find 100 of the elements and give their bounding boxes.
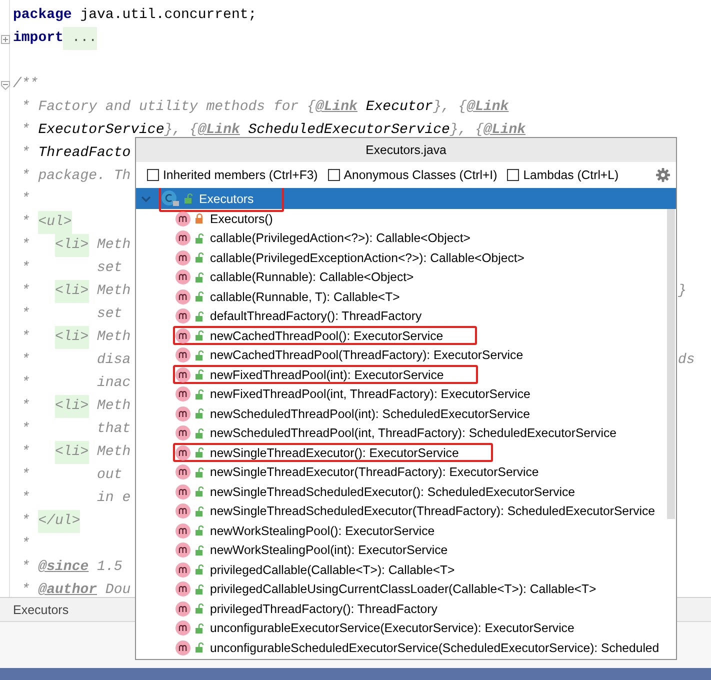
code-text: java.util.concurrent; xyxy=(79,6,257,25)
tree-item-label: newFixedThreadPool(int): ExecutorService xyxy=(210,368,444,382)
comment-text: }, { xyxy=(433,98,467,117)
tree-row[interactable]: newCachedThreadPool(): ExecutorService xyxy=(136,326,676,346)
html-tag: <li> xyxy=(55,280,89,303)
tree-row[interactable]: callable(PrivilegedExceptionAction<?>): Callable<Object> xyxy=(136,248,676,268)
tree-row[interactable]: newFixedThreadPool(int, ThreadFactory): ExecutorService xyxy=(136,384,676,404)
comment-text: * xyxy=(20,144,31,163)
tree-item-label: newSingleThreadExecutor(ThreadFactory): ExecutorService xyxy=(210,465,539,480)
method-icon xyxy=(175,484,191,500)
comment-text: * inac xyxy=(20,374,131,393)
option-checkbox[interactable]: Lambdas (Ctrl+L) xyxy=(507,168,619,182)
tree-row[interactable]: unconfigurableScheduledExecutorService(ScheduledExecutorService): Scheduled xyxy=(136,638,676,658)
tree-row[interactable]: newWorkStealingPool(): ExecutorService xyxy=(136,521,676,540)
tree-row[interactable]: newFixedThreadPool(int): ExecutorService xyxy=(136,365,676,384)
comment-text: * xyxy=(20,512,31,531)
method-icon xyxy=(175,288,191,305)
comment-text: ScheduledExecutorService xyxy=(247,121,450,140)
popup-title: Executors.java xyxy=(366,143,446,157)
method-icon xyxy=(175,444,191,461)
tree-item-label: newSingleThreadScheduledExecutor(ThreadFactory): ScheduledExecutorService xyxy=(210,504,655,518)
method-icon xyxy=(175,406,191,422)
comment-text: Meth xyxy=(96,282,131,301)
comment-text: * xyxy=(20,282,31,301)
tree-item-label: Executors() xyxy=(210,212,273,226)
comment-text: * out xyxy=(20,466,122,485)
comment-text: * package. Th xyxy=(20,167,131,186)
comment-text: * Factory and utility methods for { xyxy=(20,98,316,117)
comment-text: ExecutorService xyxy=(38,121,164,140)
tree-row[interactable]: privilegedCallable(Callable<T>): Callable<T> xyxy=(136,560,676,580)
method-icon xyxy=(175,581,191,598)
tree-item-label: unconfigurableExecutorService(ExecutorService): ExecutorService xyxy=(210,621,574,636)
comment-text: * xyxy=(20,397,31,416)
doc-tag: @since xyxy=(38,556,89,579)
comment-text: * xyxy=(20,190,30,209)
scrollbar[interactable] xyxy=(667,209,675,519)
comment-text: * xyxy=(20,581,31,597)
tree-item-label: newWorkStealingPool(): ExecutorService xyxy=(210,524,435,538)
chevron-down-icon[interactable] xyxy=(141,194,151,204)
tree-row[interactable]: defaultThreadFactory(): ThreadFactory xyxy=(136,306,676,326)
method-icon xyxy=(175,562,191,578)
method-icon xyxy=(175,600,191,617)
comment-text: }, { xyxy=(450,121,484,140)
tree-item-label: newCachedThreadPool(ThreadFactory): ExecutorService xyxy=(210,348,524,362)
tree-row[interactable]: callable(Runnable, T): Callable<T> xyxy=(136,287,676,306)
tree-item-label: callable(PrivilegedExceptionAction<?>): Callable<Object> xyxy=(210,250,524,265)
tree-item-label: privilegedThreadFactory(): ThreadFactory xyxy=(210,602,438,616)
tree-item-label: Executors xyxy=(199,192,254,206)
comment-text: * set xyxy=(20,259,122,278)
option-checkbox[interactable]: Anonymous Classes (Ctrl+I) xyxy=(328,168,498,182)
method-icon xyxy=(175,425,191,442)
tree-row[interactable]: Executors xyxy=(136,188,676,209)
tree-item-label: newFixedThreadPool(int, ThreadFactory): ExecutorService xyxy=(210,387,530,402)
comment-text: * xyxy=(20,236,31,255)
method-icon xyxy=(175,347,191,364)
tree-row[interactable]: callable(PrivilegedAction<?>): Callable<Object> xyxy=(136,228,676,248)
tree-row[interactable]: unconfigurableExecutorService(ExecutorService): ExecutorService xyxy=(136,618,676,638)
comment-text: * set xyxy=(20,305,122,324)
collapse-icon[interactable] xyxy=(1,81,10,90)
comment-text: } xyxy=(678,282,686,301)
tree-item-label: unconfigurableScheduledExecutorService(ScheduledExecutorService): Scheduled xyxy=(210,640,660,655)
tree-row[interactable]: newSingleThreadScheduledExecutor(ThreadFactory): ScheduledExecutorService xyxy=(136,502,676,521)
method-icon xyxy=(175,366,191,383)
tree-item-label: callable(Runnable, T): Callable<T> xyxy=(210,290,400,304)
tree-row[interactable]: newScheduledThreadPool(int): ScheduledExecutorService xyxy=(136,404,676,424)
tree-row[interactable]: newWorkStealingPool(int): ExecutorService xyxy=(136,540,676,560)
doc-tag: @Link xyxy=(466,96,509,119)
tree-row[interactable]: newSingleThreadExecutor(ThreadFactory): ExecutorService xyxy=(136,462,676,482)
comment-text: * in e xyxy=(20,489,131,508)
tree-row[interactable]: newCachedThreadPool(ThreadFactory): ExecutorService xyxy=(136,346,676,365)
comment-text: Meth xyxy=(96,328,131,347)
doc-tag: @Link xyxy=(315,96,358,119)
folded-code[interactable]: ... xyxy=(63,27,98,50)
tree-row[interactable]: privilegedCallableUsingCurrentClassLoader(Callable<T>): Callable<T> xyxy=(136,580,676,599)
tree-row[interactable]: Executors() xyxy=(136,209,676,228)
tree-row[interactable]: callable(Runnable): Callable<Object> xyxy=(136,268,676,287)
settings-icon[interactable] xyxy=(656,168,670,182)
tree-item-label: callable(PrivilegedAction<?>): Callable<Object> xyxy=(210,231,470,246)
expand-icon[interactable] xyxy=(1,35,10,44)
comment-text: * disa xyxy=(20,351,131,370)
breadcrumb[interactable]: Executors xyxy=(13,602,69,616)
tree-item-label: newScheduledThreadPool(int, ThreadFactory): ScheduledExecutorService xyxy=(210,426,616,440)
method-icon xyxy=(175,328,191,344)
keyword: import xyxy=(13,29,64,48)
comment-text: Dou xyxy=(104,581,131,597)
html-tag: <li> xyxy=(55,395,89,418)
tree-row[interactable]: newSingleThreadExecutor(): ExecutorService xyxy=(136,443,676,462)
tree-row[interactable]: newSingleThreadScheduledExecutor(): ScheduledExecutorService xyxy=(136,482,676,502)
tree-row[interactable]: privilegedThreadFactory(): ThreadFactory xyxy=(136,599,676,618)
tree-row[interactable]: newScheduledThreadPool(int, ThreadFactory): ScheduledExecutorService xyxy=(136,424,676,443)
tree-item-label: newSingleThreadExecutor(): ExecutorService xyxy=(210,446,459,460)
comment-text: ds xyxy=(678,351,695,370)
tree-item-label: defaultThreadFactory(): ThreadFactory xyxy=(210,309,422,324)
class-icon xyxy=(161,190,181,208)
option-checkbox[interactable]: Inherited members (Ctrl+F3) xyxy=(147,168,318,182)
comment-text: * xyxy=(20,213,31,232)
tree-item-label: newWorkStealingPool(int): ExecutorService xyxy=(210,543,448,558)
method-icon xyxy=(175,464,191,480)
comment-text: 1.5 xyxy=(96,558,122,577)
comment-text: * xyxy=(20,443,31,462)
